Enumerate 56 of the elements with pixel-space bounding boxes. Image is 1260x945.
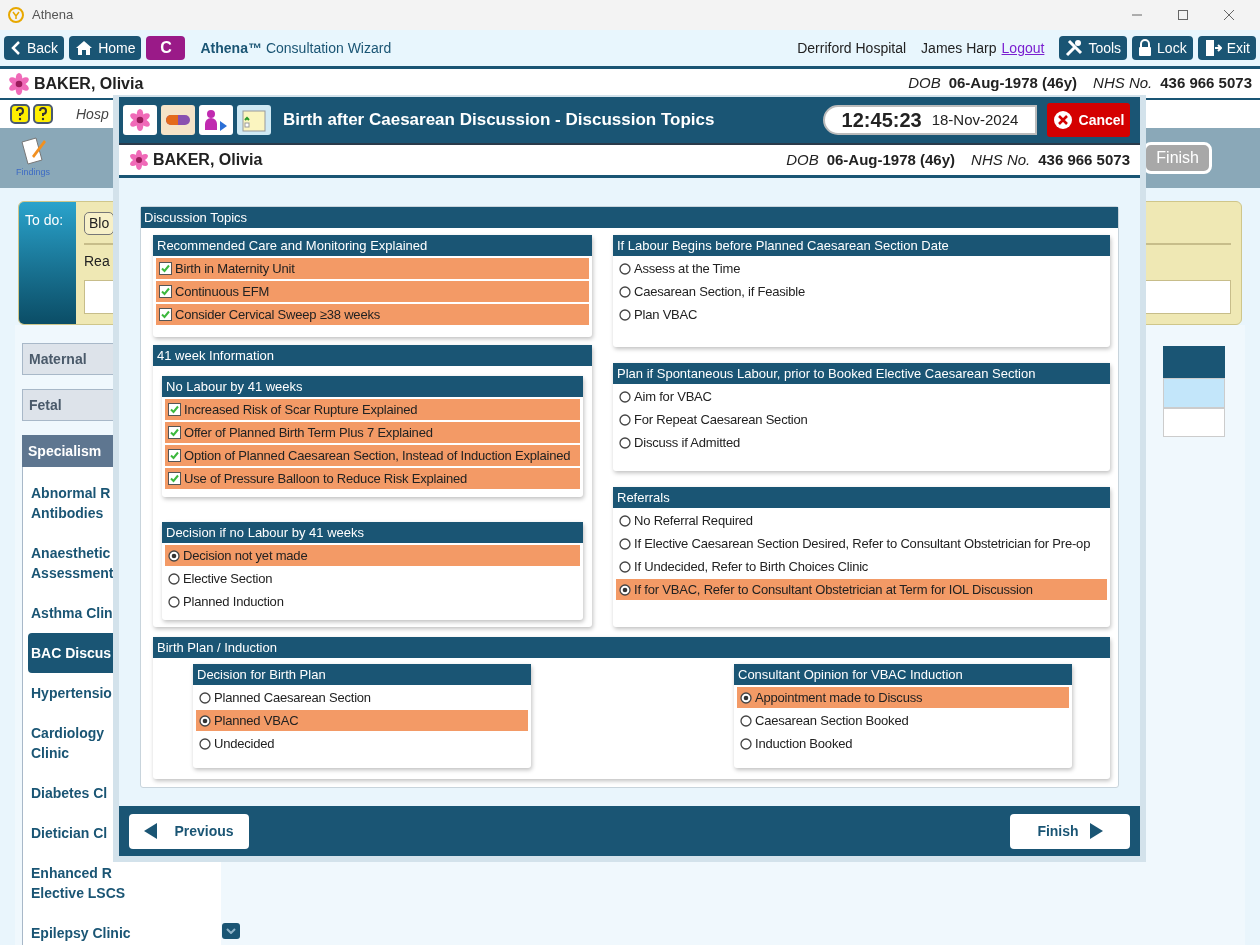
option-label: Option of Planned Caesarean Section, Instead of Induction Explained	[184, 446, 571, 465]
option-label: Decision not yet made	[183, 546, 308, 565]
option-label: Increased Risk of Scar Rupture Explained	[184, 400, 418, 419]
group-title: No Labour by 41 weeks	[162, 376, 583, 397]
option-label: Continuous EFM	[175, 282, 270, 301]
option-label: Caesarean Section Booked	[755, 711, 909, 730]
wizard-title: Birth after Caesarean Discussion - Discussion Topics	[283, 109, 715, 132]
dob-label: DOB	[786, 149, 819, 170]
brand-name: Athena™	[200, 38, 262, 58]
group-title: 41 week Information	[153, 345, 592, 366]
clock-date: 18-Nov-2024	[931, 109, 1019, 130]
clock-time: 12:45:23	[841, 108, 922, 133]
option-label: Caesarean Section, if Feasible	[634, 282, 806, 301]
nhs-label: NHS No.	[971, 149, 1031, 170]
option-label: Offer of Planned Birth Term Plus 7 Explained	[184, 423, 433, 442]
group-title: Plan if Spontaneous Labour, prior to Booked Elective Caesarean Section	[613, 363, 1110, 384]
todo-label: To do:	[25, 212, 64, 228]
panel-title: Discussion Topics	[141, 207, 1118, 228]
patient-name: BAKER, Olivia	[153, 150, 263, 170]
option-label: Induction Booked	[755, 734, 853, 753]
option-label: Planned Caesarean Section	[214, 688, 371, 707]
option-label: Use of Pressure Balloon to Reduce Risk Explained	[184, 469, 468, 488]
group-title: Decision for Birth Plan	[193, 664, 531, 685]
option-label: If for VBAC, Refer to Consultant Obstetrician at Term for IOL Discussion	[634, 580, 1033, 599]
window-title: Athena	[32, 6, 74, 25]
group-title: Consultant Opinion for VBAC Induction	[734, 664, 1072, 685]
option-label: Plan VBAC	[634, 305, 698, 324]
nhs-number: 436 966 5073	[1160, 73, 1252, 94]
group-title: Decision if no Labour by 41 weeks	[162, 522, 583, 543]
nhs-label: NHS No.	[1093, 73, 1153, 94]
info-text: Hosp	[76, 104, 109, 124]
option-label: Consider Cervical Sweep ≥38 weeks	[175, 305, 381, 324]
option-label: Planned Induction	[183, 592, 284, 611]
option-label: Appointment made to Discuss	[755, 688, 923, 707]
nhs-number: 436 966 5073	[1038, 149, 1130, 170]
dob-value: 06-Aug-1978 (46y)	[948, 73, 1078, 94]
user-name: James Harp	[921, 38, 997, 58]
option-label: If Elective Caesarean Section Desired, Refer to Consultant Obstetrician for Pre-op	[634, 534, 1091, 553]
group-title: If Labour Begins before Planned Caesarean Section Date	[613, 235, 1110, 256]
findings-label: Findings	[16, 166, 51, 180]
option-label: No Referral Required	[634, 511, 753, 530]
group-title: Recommended Care and Monitoring Explained	[153, 235, 592, 256]
option-label: Aim for VBAC	[634, 387, 712, 406]
option-label: For Repeat Caesarean Section	[634, 410, 808, 429]
option-label: Discuss if Admitted	[634, 433, 740, 452]
group-title: Birth Plan / Induction	[153, 637, 1110, 658]
option-label: If Undecided, Refer to Birth Choices Clinic	[634, 557, 869, 576]
app-subtitle: Consultation Wizard	[265, 38, 392, 58]
option-label: Planned VBAC	[214, 711, 299, 730]
group-title: Referrals	[613, 487, 1110, 508]
hospital-name: Derriford Hospital	[797, 38, 907, 58]
dob-label: DOB	[908, 73, 941, 94]
dob-value: 06-Aug-1978 (46y)	[826, 149, 956, 170]
option-label: Undecided	[214, 734, 275, 753]
patient-name: BAKER, Olivia	[34, 73, 144, 94]
option-label: Elective Section	[183, 569, 273, 588]
